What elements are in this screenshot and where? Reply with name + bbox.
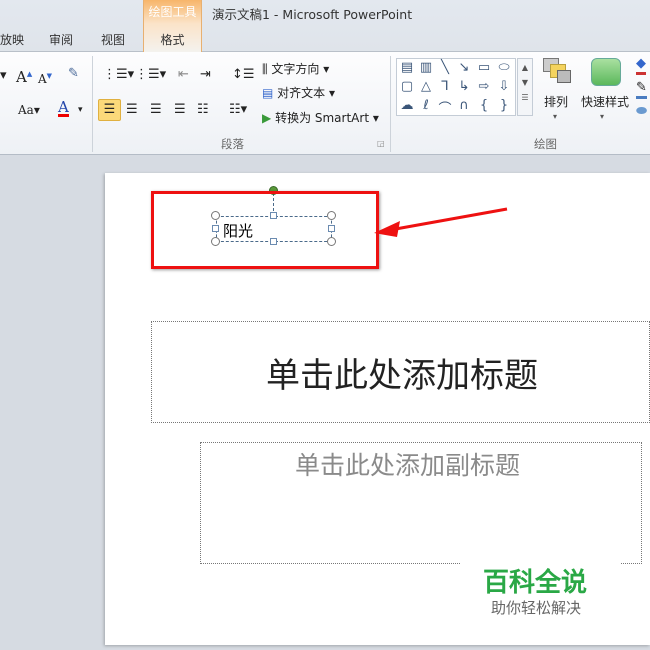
rectangle-shape-icon[interactable]: ▭ xyxy=(475,60,493,75)
watermark: 百科全说 助你轻松解决 xyxy=(460,560,620,620)
curve-shape-icon[interactable]: ∩ xyxy=(455,98,473,113)
align-text-button[interactable]: ▤ 对齐文本 ▾ xyxy=(262,84,335,101)
tab-review[interactable]: 审阅 xyxy=(49,31,73,48)
tab-slideshow[interactable]: 放映 xyxy=(0,31,24,48)
shape-effects-icon[interactable]: ⬬ xyxy=(636,104,647,120)
align-text-icon: ▤ xyxy=(262,86,274,100)
align-left-button[interactable]: ☰ xyxy=(98,99,121,121)
quick-styles-icon xyxy=(591,58,621,86)
grow-font-icon[interactable]: A▲ xyxy=(16,66,32,85)
arrange-button[interactable]: 排列 xyxy=(544,93,568,110)
font-color-icon[interactable]: A xyxy=(58,100,69,117)
rounded-rect-shape-icon[interactable]: ▢ xyxy=(398,79,416,94)
ribbon: ▾ A▲ A▼ ✎ Aa▾ A ▾ ⋮☰▾ ⋮☰▾ ⇤ ⇥ ↕☰ ☰ ☰ ☰ ☰… xyxy=(0,52,650,155)
line-spacing-icon[interactable]: ↕☰ xyxy=(232,67,255,83)
oval-shape-icon[interactable]: ⬭ xyxy=(495,60,513,75)
distributed-button[interactable]: ☷ xyxy=(197,102,209,118)
tab-format[interactable]: 格式 xyxy=(144,31,201,48)
arc-shape-icon[interactable]: ⌒ xyxy=(436,98,454,117)
paragraph-dialog-launcher[interactable]: ◲ xyxy=(377,136,385,152)
bullets-icon[interactable]: ⋮☰▾ xyxy=(103,67,134,83)
arrange-dropdown[interactable]: ▾ xyxy=(553,109,557,125)
context-group-title: 绘图工具 xyxy=(148,5,197,19)
shape-fill-icon[interactable]: ◆ xyxy=(636,56,646,75)
vertical-textbox-shape-icon[interactable]: ▥ xyxy=(417,60,435,75)
title-placeholder-text: 单击此处添加标题 xyxy=(266,356,538,396)
subtitle-placeholder-text: 单击此处添加副标题 xyxy=(295,451,521,480)
text-direction-icon: ⫼ xyxy=(262,62,268,76)
paragraph-group-label: 段落 xyxy=(221,137,244,151)
clear-formatting-icon[interactable]: ✎ xyxy=(68,66,79,82)
numbering-icon[interactable]: ⋮☰▾ xyxy=(135,67,166,83)
font-size-dropdown[interactable]: ▾ xyxy=(0,68,7,84)
scribble-shape-icon[interactable]: ℓ xyxy=(417,98,435,113)
align-center-button[interactable]: ☰ xyxy=(126,102,138,118)
freeform-shape-icon[interactable]: ☁ xyxy=(398,98,416,113)
triangle-shape-icon[interactable]: △ xyxy=(417,79,435,94)
justify-button[interactable]: ☰ xyxy=(174,102,186,118)
elbow-arrow-connector-icon[interactable]: ↳ xyxy=(455,79,473,94)
text-direction-button[interactable]: ⫼ 文字方向 ▾ xyxy=(262,60,329,77)
columns-button[interactable]: ☷▾ xyxy=(229,102,247,118)
elbow-connector-icon[interactable]: ⅂ xyxy=(436,79,454,94)
line-shape-icon[interactable]: ╲ xyxy=(436,60,454,75)
watermark-subtitle: 助你轻松解决 xyxy=(491,599,582,617)
annotation-arrow xyxy=(374,207,508,237)
align-right-button[interactable]: ☰ xyxy=(150,102,162,118)
arrow-line-shape-icon[interactable]: ↘ xyxy=(455,60,473,75)
decrease-indent-icon[interactable]: ⇤ xyxy=(178,67,189,83)
shape-outline-icon[interactable]: ✎ xyxy=(636,80,647,99)
convert-smartart-button[interactable]: ▶ 转换为 SmartArt ▾ xyxy=(262,109,379,126)
quick-styles-button[interactable]: 快速样式 xyxy=(581,93,629,110)
tab-view[interactable]: 视图 xyxy=(101,31,125,48)
smartart-icon: ▶ xyxy=(262,111,272,125)
textbox-shape-icon[interactable]: ▤ xyxy=(398,60,416,75)
increase-indent-icon[interactable]: ⇥ xyxy=(200,67,211,83)
drawing-tools-context-tab[interactable]: 绘图工具 格式 xyxy=(143,0,202,52)
watermark-title: 百科全说 xyxy=(483,568,588,598)
quick-styles-dropdown[interactable]: ▾ xyxy=(600,109,604,125)
font-color-dropdown[interactable]: ▾ xyxy=(78,102,83,118)
window-title: 演示文稿1 - Microsoft PowerPoint xyxy=(212,7,413,22)
subtitle-placeholder[interactable]: 单击此处添加副标题 xyxy=(200,442,642,564)
shapes-gallery[interactable]: ▤ ▥ ╲ ↘ ▭ ⬭ ▢ △ ⅂ ↳ ⇨ ⇩ ☁ ℓ ⌒ ∩ { } xyxy=(396,58,516,117)
shrink-font-icon[interactable]: A▼ xyxy=(38,68,52,87)
text-direction-label: 文字方向 xyxy=(271,62,320,76)
drawing-group-label: 绘图 xyxy=(534,137,557,151)
down-arrow-shape-icon[interactable]: ⇩ xyxy=(495,79,513,94)
right-arrow-shape-icon[interactable]: ⇨ xyxy=(475,79,493,94)
highlight-box xyxy=(151,191,379,269)
change-case-icon[interactable]: Aa▾ xyxy=(18,102,40,118)
arrange-icon xyxy=(540,56,576,86)
align-text-label: 对齐文本 xyxy=(277,86,326,100)
convert-smartart-label: 转换为 SmartArt xyxy=(275,111,370,125)
right-brace-icon[interactable]: } xyxy=(495,98,513,113)
left-brace-icon[interactable]: { xyxy=(475,98,493,113)
title-placeholder[interactable]: 单击此处添加标题 xyxy=(151,321,650,423)
gallery-scroll[interactable]: ▲ ▼ ☰ xyxy=(517,58,533,116)
title-bar: 绘图工具 格式 演示文稿1 - Microsoft PowerPoint 放映 … xyxy=(0,0,650,52)
